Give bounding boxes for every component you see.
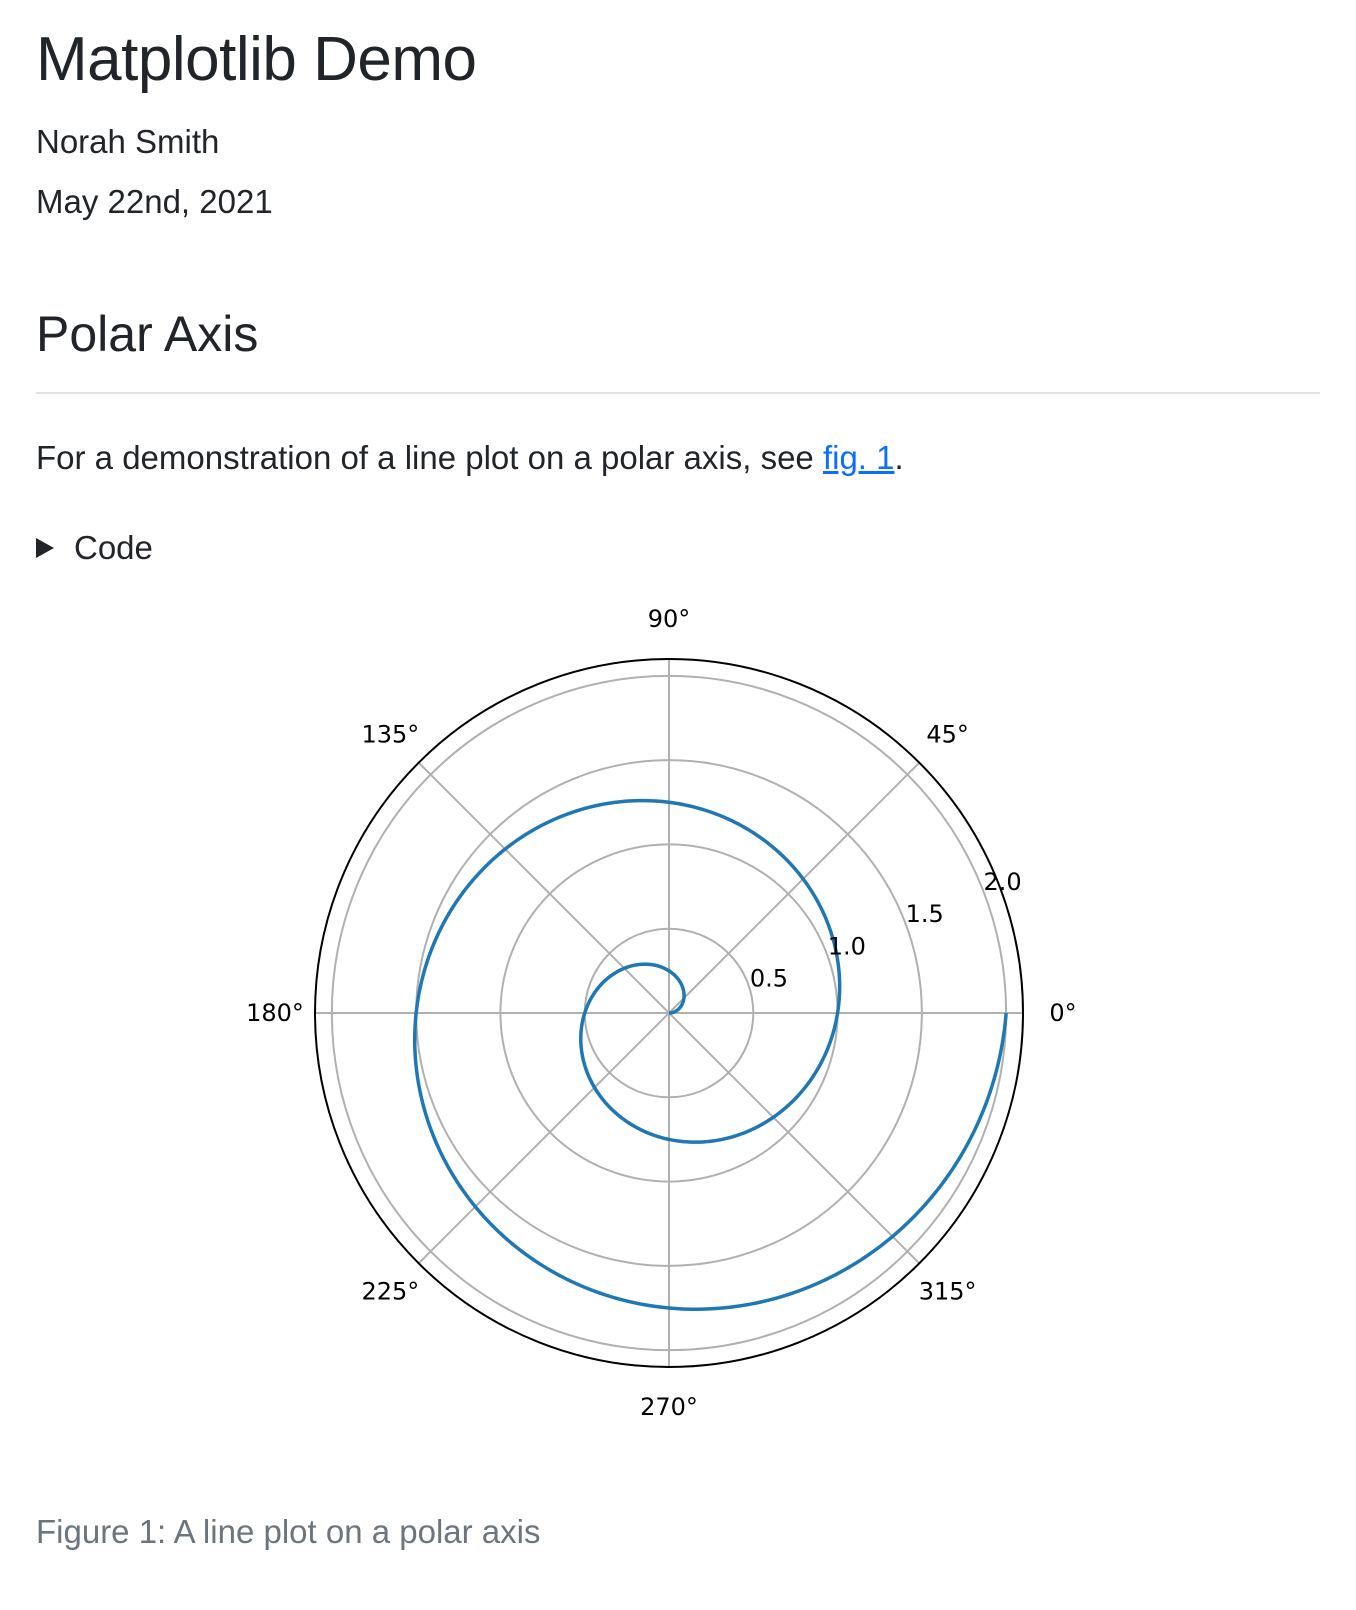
theta-tick-label-90: 90° [648, 605, 691, 633]
r-tick-label-2.0: 2.0 [984, 868, 1022, 896]
figure-caption: Figure 1: A line plot on a polar axis [36, 1513, 541, 1550]
angular-gridline-315 [668, 1012, 921, 1265]
r-tick-label-1.0: 1.0 [828, 933, 866, 961]
theta-tick-label-270: 270° [640, 1393, 698, 1421]
theta-tick-label-315: 315° [919, 1278, 977, 1306]
r-tick-label-1.5: 1.5 [906, 900, 944, 928]
theta-tick-label-0: 0° [1049, 999, 1076, 1027]
theta-tick-label-180: 180° [246, 999, 304, 1027]
angular-gridline-45 [668, 761, 921, 1014]
angular-gridline-225 [417, 1012, 670, 1265]
theta-tick-label-225: 225° [361, 1278, 419, 1306]
r-tick-label-0.5: 0.5 [750, 965, 788, 993]
polar-chart: 0° 45° 90° 135° 180° 225° 270° 315° 0.5 1.0 1.5 2.0 [246, 605, 1077, 1421]
theta-tick-label-135: 135° [361, 720, 419, 748]
theta-tick-label-45: 45° [926, 720, 969, 748]
